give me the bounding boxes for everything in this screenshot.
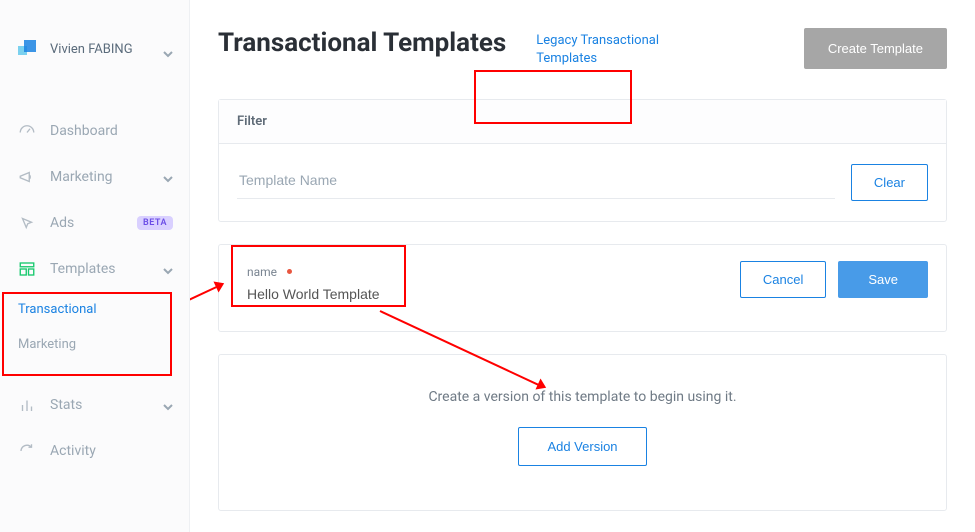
create-template-button[interactable]: Create Template (804, 28, 947, 69)
gauge-icon (18, 122, 36, 140)
legacy-templates-link[interactable]: Legacy Transactional Templates (536, 32, 686, 67)
sidebar-item-label: Templates (50, 261, 163, 277)
main-content: Transactional Templates Legacy Transacti… (190, 0, 975, 532)
sidebar-item-dashboard[interactable]: Dashboard (0, 108, 189, 154)
sidebar-item-templates[interactable]: Templates (0, 246, 189, 292)
sidebar-subitem-transactional[interactable]: Transactional (0, 292, 189, 327)
bar-chart-icon (18, 396, 36, 414)
template-name-label: name (247, 265, 277, 279)
sidebar-item-label: Activity (50, 443, 173, 459)
sidebar-item-label: Ads (50, 215, 131, 231)
sidebar-item-activity[interactable]: Activity (0, 428, 189, 474)
template-name-input[interactable] (247, 280, 387, 302)
brand-logo-icon (18, 40, 36, 58)
sidebar-item-ads[interactable]: Ads BETA (0, 200, 189, 246)
sidebar-item-label: Dashboard (50, 123, 173, 139)
filter-panel-body: Clear (219, 144, 946, 221)
add-version-text: Create a version of this template to beg… (237, 389, 928, 405)
save-button[interactable]: Save (838, 261, 928, 298)
required-indicator-icon (287, 269, 292, 274)
filter-panel-header: Filter (219, 100, 946, 144)
chevron-down-icon (163, 264, 173, 274)
chevron-down-icon (163, 44, 173, 54)
refresh-icon (18, 442, 36, 460)
sidebar-item-marketing[interactable]: Marketing (0, 154, 189, 200)
sidebar-subitem-label: Transactional (18, 302, 97, 317)
template-name-label-row: name (247, 261, 387, 280)
cancel-button[interactable]: Cancel (740, 261, 826, 298)
cursor-click-icon (18, 214, 36, 232)
beta-badge: BETA (137, 216, 173, 230)
sidebar-item-label: Stats (50, 397, 163, 413)
chevron-down-icon (163, 172, 173, 182)
sidebar-subitem-marketing[interactable]: Marketing (0, 327, 189, 362)
page-title: Transactional Templates (218, 28, 506, 58)
sidebar-item-label: Marketing (50, 169, 163, 185)
template-name-panel: name Cancel Save (218, 244, 947, 332)
add-version-panel: Create a version of this template to beg… (218, 354, 947, 511)
filter-panel: Filter Clear (218, 99, 947, 222)
megaphone-icon (18, 168, 36, 186)
template-name-actions: Cancel Save (740, 255, 928, 298)
layout-icon (18, 260, 36, 278)
sidebar: Vivien FABING Dashboard Marketing Ads BE… (0, 0, 190, 532)
chevron-down-icon (163, 400, 173, 410)
account-name: Vivien FABING (50, 42, 163, 57)
add-version-button[interactable]: Add Version (518, 427, 646, 466)
sidebar-subitem-label: Marketing (18, 337, 76, 352)
template-name-field: name (237, 255, 397, 311)
clear-filter-button[interactable]: Clear (851, 164, 928, 201)
page-header: Transactional Templates Legacy Transacti… (218, 28, 947, 69)
sidebar-item-stats[interactable]: Stats (0, 382, 189, 428)
annotation-arrow-line (190, 286, 217, 305)
template-name-filter-input[interactable] (237, 166, 835, 199)
account-switcher[interactable]: Vivien FABING (0, 30, 189, 68)
